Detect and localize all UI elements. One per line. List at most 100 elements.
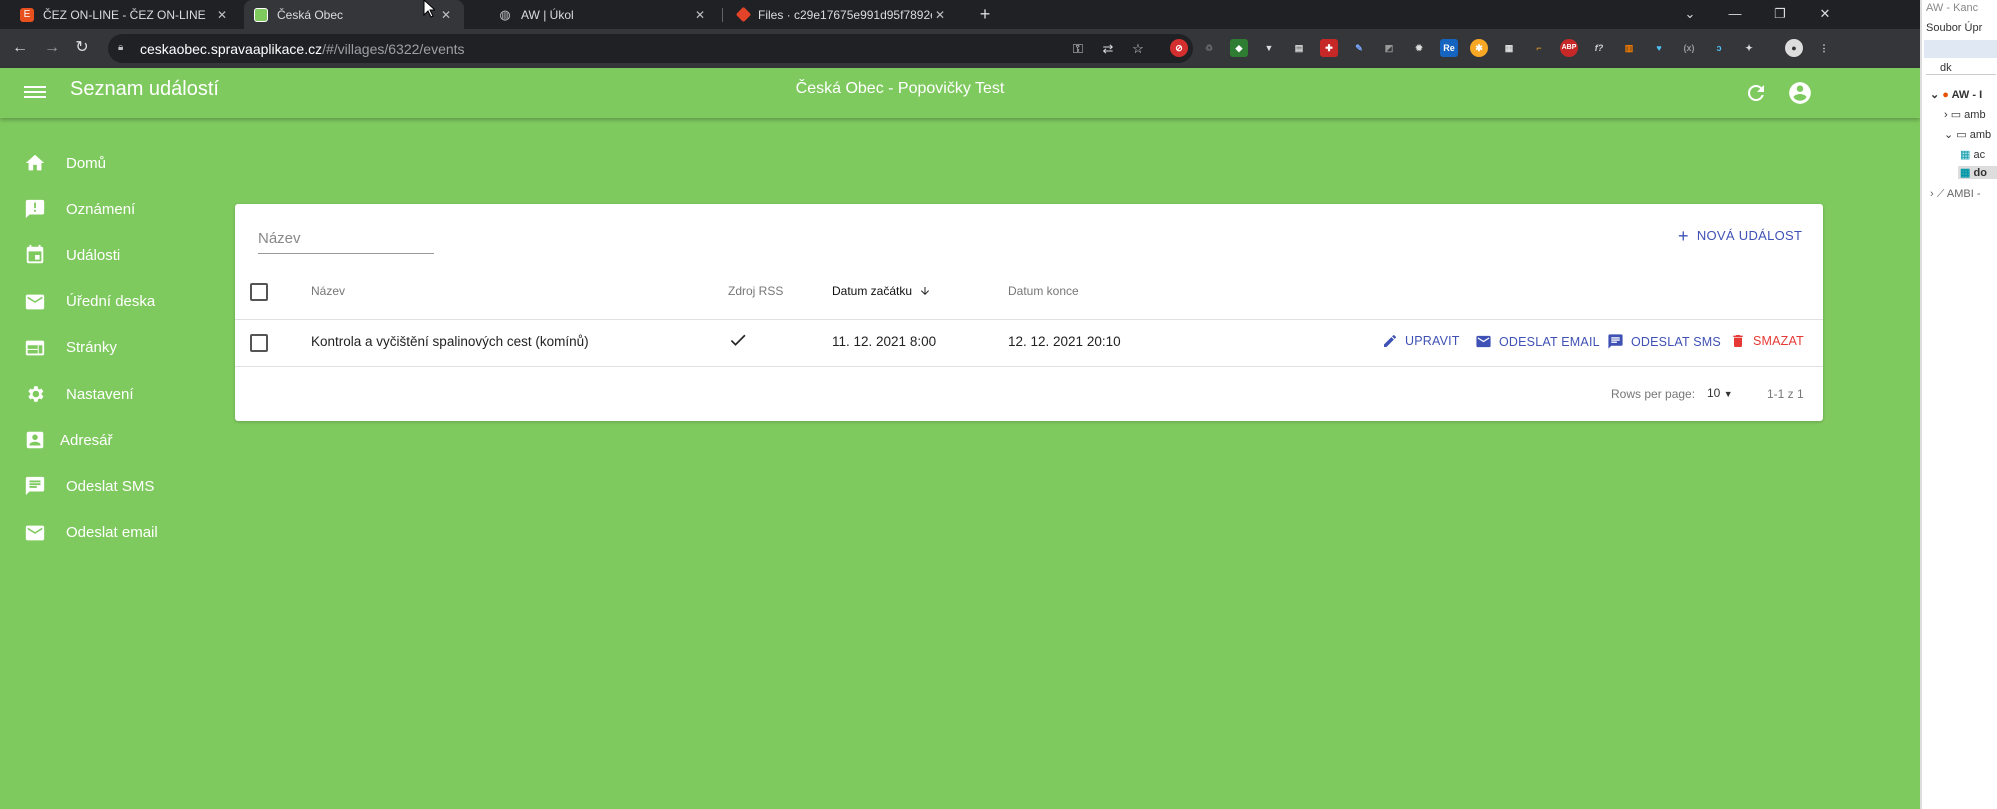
gear-icon xyxy=(28,386,44,402)
event-start-cell: 11. 12. 2021 8:00 xyxy=(832,334,937,349)
rows-per-page-select[interactable]: 10 ▼ xyxy=(1707,386,1733,400)
sidebar-item-odeslat-sms[interactable]: Odeslat SMS xyxy=(0,463,235,509)
extension-icon[interactable]: ▦ xyxy=(1500,39,1518,57)
back-icon[interactable]: ← xyxy=(10,38,30,58)
column-header-rss[interactable]: Zdroj RSS xyxy=(728,284,783,298)
tree-item-label: do xyxy=(1973,167,1987,179)
sidebar: Domů Oznámení Události Úřední deska Strá… xyxy=(0,140,235,556)
sidebar-item-nastaveni[interactable]: Nastavení xyxy=(0,371,235,417)
url-host: ceskaobec.spravaaplikace.cz xyxy=(140,41,323,57)
name-filter-input[interactable] xyxy=(258,224,434,247)
tab-search-icon[interactable]: ⌄ xyxy=(1675,3,1705,25)
tree-item[interactable]: ▦ ac xyxy=(1960,148,1985,161)
lock-icon: 🔒︎ xyxy=(118,42,124,53)
delete-label: SMAZAT xyxy=(1753,334,1804,348)
tree-item[interactable]: › ▭ amb xyxy=(1944,108,1986,121)
tree-item-label: amb xyxy=(1969,129,1992,141)
select-all-checkbox[interactable] xyxy=(250,283,268,301)
sidebar-item-udalosti[interactable]: Události xyxy=(0,232,235,278)
pencil-icon xyxy=(1384,334,1397,347)
sidebar-item-label: Události xyxy=(66,246,121,264)
translate-icon[interactable]: ⇄ xyxy=(1100,41,1116,57)
tab-cez[interactable]: E ČEZ ON-LINE - ČEZ ON-LINE ✕ xyxy=(10,0,240,29)
side-window: AW - Kanc Soubor Úpr dk ⌄ ● AW - I › ▭ a… xyxy=(1920,0,1997,809)
puzzle-icon[interactable]: ✦ xyxy=(1740,39,1758,57)
url-text[interactable]: ceskaobec.spravaaplikace.cz/#/villages/6… xyxy=(140,41,465,57)
rows-per-page-label: Rows per page: xyxy=(1611,387,1696,401)
send-sms-button[interactable]: ODESLAT SMS xyxy=(1607,333,1721,350)
close-icon[interactable]: ✕ xyxy=(932,7,948,23)
extension-icon[interactable]: (x) xyxy=(1680,39,1698,57)
address-bar[interactable]: 🔒︎ ceskaobec.spravaaplikace.cz/#/village… xyxy=(108,34,1193,63)
sidebar-item-oznameni[interactable]: Oznámení xyxy=(0,186,235,232)
tree-item[interactable]: ⌄ ● AW - I xyxy=(1930,88,1982,101)
extension-icon[interactable]: f? xyxy=(1590,39,1608,57)
minimize-button[interactable]: — xyxy=(1720,3,1750,25)
refresh-icon[interactable] xyxy=(1744,81,1768,105)
extension-icon[interactable]: Re xyxy=(1440,39,1458,57)
extension-icon[interactable]: ⊘ xyxy=(1170,39,1188,57)
extension-icon[interactable]: ✚ xyxy=(1320,39,1338,57)
extension-icon[interactable]: ♻ xyxy=(1200,39,1218,57)
mail-icon xyxy=(25,294,45,309)
new-tab-button[interactable]: + xyxy=(974,4,996,26)
cez-favicon-icon: E xyxy=(20,7,34,22)
star-icon[interactable]: ☆ xyxy=(1130,41,1146,57)
pocket-icon[interactable]: ▼ xyxy=(1260,39,1278,57)
sidebar-item-domu[interactable]: Domů xyxy=(0,140,235,186)
mouse-cursor-icon xyxy=(423,0,435,18)
tab-strip: E ČEZ ON-LINE - ČEZ ON-LINE ✕ Česká Obec… xyxy=(0,0,1920,29)
side-window-search[interactable]: dk xyxy=(1926,62,1996,75)
adblock-icon[interactable]: ABP xyxy=(1560,39,1578,57)
reload-icon[interactable]: ↻ xyxy=(72,38,92,58)
extension-icon[interactable]: ◩ xyxy=(1380,39,1398,57)
extension-icon[interactable]: ✱ xyxy=(1470,39,1488,57)
sidebar-item-stranky[interactable]: Stránky xyxy=(0,325,235,371)
close-icon[interactable]: ✕ xyxy=(214,7,230,23)
sidebar-item-uredni-deska[interactable]: Úřední deska xyxy=(0,279,235,325)
event-end-cell: 12. 12. 2021 20:10 xyxy=(1008,334,1121,349)
close-icon[interactable]: ✕ xyxy=(692,7,708,23)
column-header-start[interactable]: Datum začátku xyxy=(832,284,931,298)
close-icon[interactable]: ✕ xyxy=(438,7,454,23)
home-icon xyxy=(25,154,45,171)
extension-icon[interactable]: ↄ xyxy=(1710,39,1728,57)
new-event-button[interactable]: + NOVÁ UDÁLOST xyxy=(1678,227,1802,245)
restore-button[interactable]: ❐ xyxy=(1765,3,1795,25)
edit-button[interactable]: UPRAVIT xyxy=(1382,333,1460,349)
tab-aw-ukol[interactable]: ◍ AW | Úkol ✕ xyxy=(488,0,718,29)
account-icon[interactable] xyxy=(1787,80,1813,106)
column-header-start-label: Datum začátku xyxy=(832,284,913,298)
tab-title: AW | Úkol xyxy=(521,7,574,22)
gear-icon[interactable]: ✹ xyxy=(1410,39,1428,57)
close-window-button[interactable]: ✕ xyxy=(1810,3,1840,25)
sidebar-item-odeslat-email[interactable]: Odeslat email xyxy=(0,510,235,556)
tree-item[interactable]: › ⟋ AMBI - xyxy=(1930,188,1981,201)
extension-icon[interactable]: ✎ xyxy=(1350,39,1368,57)
extension-icon[interactable]: ▤ xyxy=(1290,39,1308,57)
check-icon xyxy=(730,334,746,346)
column-header-end[interactable]: Datum konce xyxy=(1008,284,1079,298)
url-path: /#/villages/6322/events xyxy=(322,41,465,57)
extension-icon[interactable]: ⌐ xyxy=(1530,39,1548,57)
forward-icon[interactable]: → xyxy=(42,38,62,58)
extension-icon[interactable]: ▥ xyxy=(1620,39,1638,57)
column-header-name[interactable]: Název xyxy=(311,284,345,298)
send-email-button[interactable]: ODESLAT EMAIL xyxy=(1475,333,1600,350)
profile-avatar-icon[interactable]: ● xyxy=(1785,39,1803,57)
sidebar-item-label: Nastavení xyxy=(66,385,134,403)
tree-item[interactable]: ⌄ ▭ amb xyxy=(1944,128,1991,141)
gitlab-icon xyxy=(735,6,752,23)
sidebar-item-label: Adresář xyxy=(60,431,113,449)
sidebar-item-adresar[interactable]: Adresář xyxy=(0,417,235,463)
tree-item-selected[interactable]: ▦ do xyxy=(1958,166,1997,179)
tab-gitlab-files[interactable]: Files · c29e17675e991d95f7892e ✕ xyxy=(728,0,958,29)
key-icon[interactable]: ⚿ xyxy=(1070,41,1086,57)
row-checkbox[interactable] xyxy=(250,334,268,352)
extension-icon[interactable]: ◆ xyxy=(1230,39,1248,57)
events-card: + NOVÁ UDÁLOST Název Zdroj RSS Datum zač… xyxy=(235,204,1823,421)
delete-button[interactable]: SMAZAT xyxy=(1730,333,1804,349)
extension-icon[interactable]: ♥ xyxy=(1650,39,1668,57)
send-sms-label: ODESLAT SMS xyxy=(1631,334,1721,349)
more-menu-icon[interactable]: ⋮ xyxy=(1815,39,1833,57)
